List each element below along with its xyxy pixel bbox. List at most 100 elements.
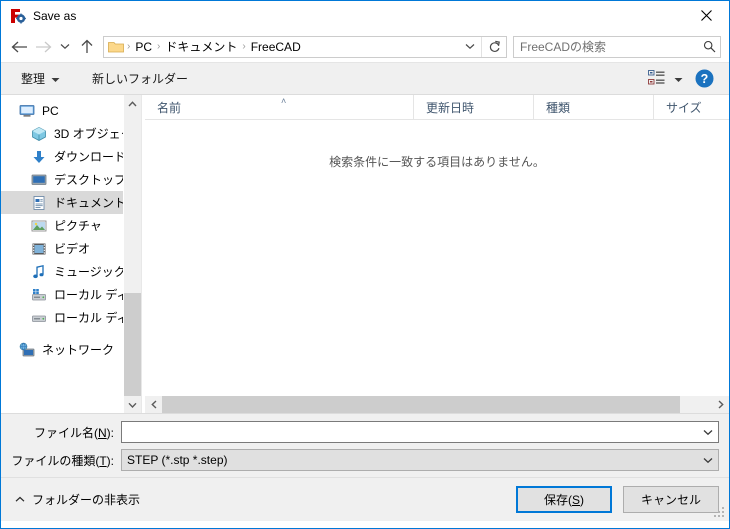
up-arrow-icon[interactable] — [75, 35, 99, 59]
sort-ascending-icon: ˄ — [281, 96, 287, 106]
pictures-icon — [31, 218, 47, 234]
file-list-horizontal-scrollbar[interactable] — [145, 396, 729, 413]
resize-grip[interactable] — [714, 507, 726, 519]
scroll-up-icon[interactable] — [124, 95, 141, 112]
save-label-pre: 保存( — [543, 493, 572, 507]
column-header-size[interactable]: サイズ — [653, 95, 729, 119]
drive-icon — [31, 310, 47, 326]
search-icon — [698, 40, 720, 53]
computer-icon — [19, 103, 35, 119]
scrollbar-thumb[interactable] — [162, 396, 680, 413]
dialog-body: PC 3D オブジェクト ダウンロード デスクトップ ドキュメント ピクチャ ビ… — [1, 95, 729, 413]
network-icon — [19, 342, 35, 358]
back-arrow-icon[interactable] — [7, 35, 31, 59]
chevron-down-icon[interactable] — [698, 429, 718, 436]
desktop-icon — [31, 172, 47, 188]
column-header-label: 種類 — [546, 100, 571, 115]
cancel-button[interactable]: キャンセル — [623, 486, 719, 513]
navigation-tree: PC 3D オブジェクト ダウンロード デスクトップ ドキュメント ピクチャ ビ… — [1, 95, 141, 361]
new-folder-button[interactable]: 新しいフォルダー — [86, 67, 194, 91]
dialog-footer: フォルダーの非表示 保存(S) キャンセル — [1, 477, 729, 521]
sidebar-item-local-disk-c[interactable]: ローカル ディスク (C — [1, 283, 141, 306]
sidebar-item-label: ドキュメント — [54, 196, 127, 210]
sidebar-item-documents[interactable]: ドキュメント — [1, 191, 141, 214]
scroll-right-icon[interactable] — [712, 396, 729, 413]
filetype-label: ファイルの種類(T): — [1, 452, 121, 469]
chevron-down-icon[interactable] — [698, 457, 718, 464]
hide-folders-button[interactable]: フォルダーの非表示 — [15, 491, 140, 508]
filename-row: ファイル名(N): — [1, 421, 729, 443]
file-form-area: ファイル名(N): ファイルの種類(T): STEP (*.stp *.step… — [1, 413, 729, 477]
breadcrumb-item-documents[interactable]: ドキュメント — [161, 38, 241, 55]
sidebar-item-desktop[interactable]: デスクトップ — [1, 168, 141, 191]
save-label-post: ) — [580, 493, 584, 507]
search-input[interactable]: FreeCADの検索 — [513, 35, 721, 58]
close-icon[interactable] — [683, 1, 729, 30]
column-headers: 名前 ˄ 更新日時 種類 サイズ — [145, 95, 729, 120]
command-toolbar: 整理 新しいフォルダー ? — [1, 62, 729, 95]
chevron-down-icon — [674, 72, 683, 86]
sidebar-item-pictures[interactable]: ピクチャ — [1, 214, 141, 237]
sidebar-item-pc[interactable]: PC — [1, 99, 141, 122]
videos-icon — [31, 241, 47, 257]
documents-icon — [31, 195, 47, 211]
sidebar-item-label: ピクチャ — [54, 219, 102, 233]
save-accelerator: S — [571, 493, 580, 507]
filetype-label-pre: ファイルの種類( — [11, 453, 100, 468]
sidebar-item-music[interactable]: ミュージック — [1, 260, 141, 283]
help-icon[interactable]: ? — [691, 67, 717, 91]
sidebar-item-downloads[interactable]: ダウンロード — [1, 145, 141, 168]
downloads-icon — [31, 149, 47, 165]
column-header-date-modified[interactable]: 更新日時 — [413, 95, 533, 119]
filename-input[interactable] — [121, 421, 719, 443]
chevron-up-icon — [15, 496, 25, 503]
hide-folders-label: フォルダーの非表示 — [32, 493, 141, 507]
sidebar-item-label: ミュージック — [54, 265, 126, 279]
sidebar-item-label: ネットワーク — [42, 343, 115, 357]
freecad-icon — [10, 8, 26, 24]
address-bar: › PC › ドキュメント › FreeCAD FreeCADの検索 — [1, 31, 729, 62]
column-header-name[interactable]: 名前 ˄ — [145, 95, 413, 119]
breadcrumb-item-pc[interactable]: PC — [131, 40, 156, 54]
sidebar-item-videos[interactable]: ビデオ — [1, 237, 141, 260]
address-path-box[interactable]: › PC › ドキュメント › FreeCAD — [103, 35, 507, 58]
address-chevron-down-icon[interactable] — [459, 37, 481, 57]
sidebar-item-label: ダウンロード — [54, 150, 127, 164]
refresh-icon[interactable] — [481, 36, 506, 57]
navigation-pane: PC 3D オブジェクト ダウンロード デスクトップ ドキュメント ピクチャ ビ… — [1, 95, 141, 413]
search-placeholder: FreeCADの検索 — [520, 40, 607, 54]
organize-label: 整理 — [21, 72, 46, 86]
forward-arrow-icon — [31, 35, 55, 59]
window-title: Save as — [33, 9, 77, 23]
sidebar-item-3d-objects[interactable]: 3D オブジェクト — [1, 122, 141, 145]
scrollbar-thumb[interactable] — [124, 293, 141, 396]
organize-button[interactable]: 整理 — [15, 67, 66, 91]
sidebar-vertical-scrollbar[interactable] — [123, 95, 141, 413]
empty-list-message: 検索条件に一致する項目はありません。 — [329, 155, 545, 169]
breadcrumb-item-freecad[interactable]: FreeCAD — [247, 40, 305, 54]
column-header-type[interactable]: 種類 — [533, 95, 653, 119]
filename-label-pre: ファイル名( — [33, 425, 98, 440]
column-header-label: 名前 — [157, 100, 182, 115]
view-mode-button[interactable] — [644, 67, 687, 91]
column-header-label: サイズ — [666, 100, 702, 115]
filename-label-post: ): — [106, 425, 114, 440]
sidebar-item-label: PC — [42, 103, 59, 118]
scroll-left-icon[interactable] — [145, 396, 162, 413]
scroll-down-icon[interactable] — [124, 396, 141, 413]
title-bar: Save as — [1, 1, 729, 31]
new-folder-label: 新しいフォルダー — [92, 72, 189, 86]
filetype-value: STEP (*.stp *.step) — [127, 453, 228, 467]
save-button[interactable]: 保存(S) — [516, 486, 612, 513]
recent-locations-chevron-down-icon[interactable] — [55, 35, 75, 59]
filetype-accelerator: T — [99, 453, 107, 468]
sidebar-item-label: デスクトップ — [54, 173, 127, 187]
filename-label: ファイル名(N): — [1, 424, 121, 441]
filetype-select[interactable]: STEP (*.stp *.step) — [121, 449, 719, 471]
svg-text:?: ? — [700, 72, 708, 86]
list-view-icon — [648, 69, 665, 88]
sidebar-item-local-disk-d[interactable]: ローカル ディスク (D — [1, 306, 141, 329]
cancel-label: キャンセル — [640, 493, 701, 507]
filename-accelerator: N — [97, 425, 107, 440]
sidebar-item-network[interactable]: ネットワーク — [1, 338, 141, 361]
